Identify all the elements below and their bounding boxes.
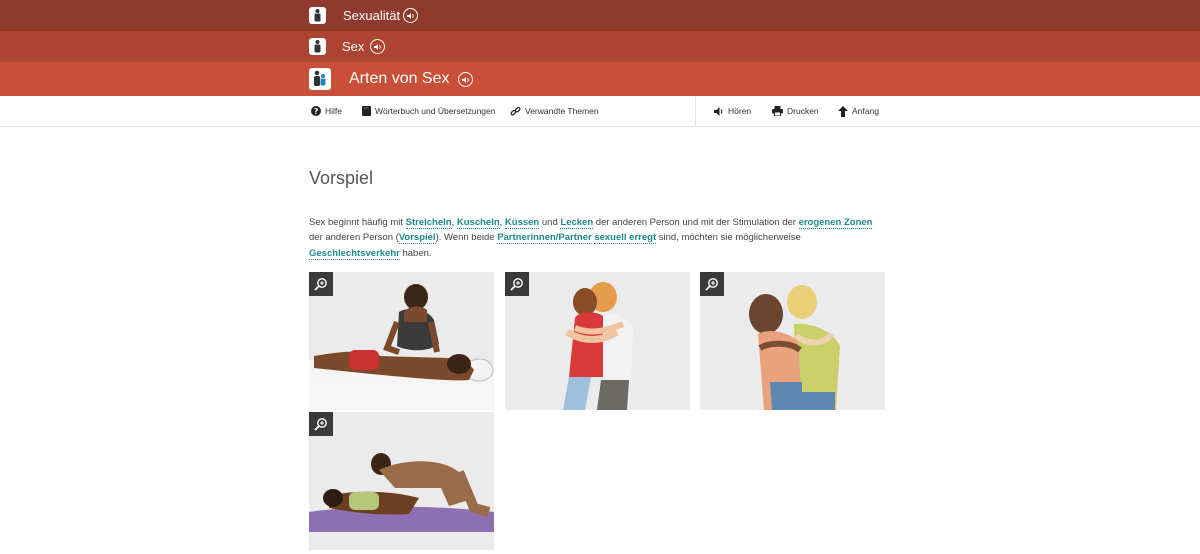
back-to-top-button[interactable]: Anfang [838, 96, 879, 126]
speaker-icon[interactable] [403, 8, 418, 23]
glossary-link[interactable]: Vorspiel [398, 232, 436, 244]
couple-pictogram-icon [309, 68, 331, 90]
help-label: Hilfe [325, 106, 343, 116]
arrow-up-icon [838, 105, 848, 117]
person-pictogram-icon [309, 7, 326, 24]
speaker-icon[interactable] [458, 72, 473, 87]
help-icon: ? [311, 106, 321, 116]
related-topics-button[interactable]: Verwandte Themen [510, 96, 599, 126]
breadcrumb-label[interactable]: Sexualität [343, 8, 400, 23]
book-icon [362, 106, 371, 116]
illustration-kiss[interactable] [700, 272, 885, 410]
zoom-icon[interactable] [700, 272, 724, 296]
breadcrumb-arten-von-sex: Arten von Sex [0, 62, 1200, 96]
glossary-link[interactable]: Lecken [560, 216, 594, 229]
paragraph-text: haben. [399, 247, 432, 259]
cuddle-illustration [309, 453, 494, 532]
glossary-link[interactable]: Streicheln [405, 216, 452, 229]
back-to-top-label: Anfang [852, 106, 879, 116]
paragraph-text: der anderen Person und mit der Stimulati… [593, 216, 799, 228]
paragraph-text: sind, möchten sie möglicherweise [656, 232, 801, 243]
listen-button[interactable]: Hören [714, 96, 751, 126]
toolbar-divider [695, 96, 696, 126]
kiss-illustration [749, 285, 840, 410]
zoom-icon[interactable] [309, 272, 333, 296]
zoom-icon[interactable] [505, 272, 529, 296]
zoom-icon[interactable] [309, 412, 333, 436]
glossary-link[interactable]: Küssen [504, 216, 540, 229]
help-button[interactable]: ? Hilfe [311, 96, 342, 126]
hug-illustration [563, 282, 633, 410]
breadcrumb-label[interactable]: Sex [342, 39, 364, 54]
link-icon [510, 106, 521, 117]
paragraph-text: ). Wenn beide [435, 232, 498, 243]
glossary-link[interactable]: Kuscheln [456, 216, 500, 229]
print-label: Drucken [787, 106, 819, 116]
toolbar: ? Hilfe Wörterbuch und Übersetzungen Ver… [0, 96, 1200, 127]
related-topics-label: Verwandte Themen [525, 106, 599, 116]
glossary-link[interactable]: sexuell erregt [594, 232, 657, 244]
breadcrumb-sex[interactable]: Sex [0, 31, 1200, 62]
speaker-icon [714, 106, 724, 116]
section-paragraph: Sex beginnt häufig mit Streicheln, Kusch… [309, 215, 887, 262]
paragraph-text: der anderen Person ( [309, 232, 399, 243]
illustration-cuddle[interactable] [309, 412, 494, 550]
print-button[interactable]: Drucken [772, 96, 819, 126]
illustration-massage[interactable] [309, 272, 494, 410]
dictionary-label: Wörterbuch und Übersetzungen [375, 106, 496, 116]
glossary-link[interactable]: erogenen Zonen [798, 216, 873, 229]
speaker-icon[interactable] [370, 39, 385, 54]
svg-text:?: ? [314, 107, 318, 116]
massage-illustration [309, 284, 494, 410]
illustration-hug[interactable] [505, 272, 690, 410]
glossary-link[interactable]: Geschlechtsverkehr [309, 247, 400, 260]
page-title-breadcrumb: Arten von Sex [349, 70, 450, 87]
printer-icon [772, 106, 783, 116]
person-pictogram-icon [309, 38, 326, 55]
breadcrumb-sexualitaet[interactable]: Sexualität [0, 0, 1200, 31]
glossary-link[interactable]: Partnerinnen/Partner [497, 232, 592, 244]
dictionary-button[interactable]: Wörterbuch und Übersetzungen [362, 96, 496, 126]
listen-label: Hören [728, 106, 752, 116]
paragraph-text: Sex beginnt häufig mit [309, 216, 406, 228]
section-title: Vorspiel [309, 168, 374, 188]
paragraph-text: und [539, 216, 561, 228]
